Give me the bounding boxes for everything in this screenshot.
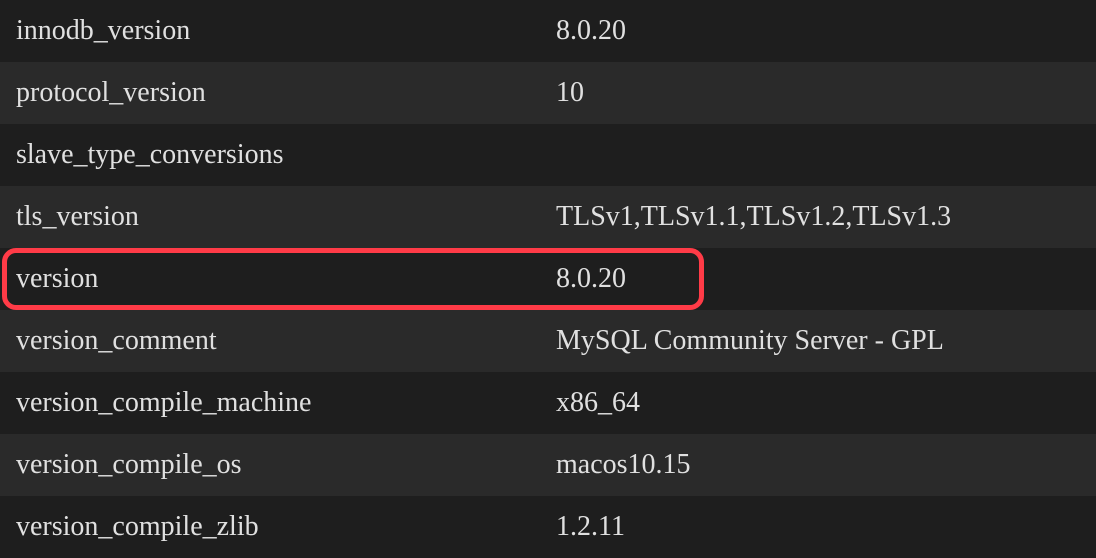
variable-value: macos10.15: [556, 449, 1080, 481]
variable-value: 8.0.20: [556, 263, 1080, 295]
variable-name: version_compile_machine: [16, 387, 556, 419]
variable-name: version_compile_os: [16, 449, 556, 481]
variable-name: version_comment: [16, 325, 556, 357]
variable-name: innodb_version: [16, 15, 556, 47]
variable-name: slave_type_conversions: [16, 139, 556, 171]
table-row[interactable]: protocol_version 10: [0, 62, 1096, 124]
variable-name: version_compile_zlib: [16, 511, 556, 543]
table-row[interactable]: innodb_version 8.0.20: [0, 0, 1096, 62]
table-row[interactable]: version_compile_zlib 1.2.11: [0, 496, 1096, 558]
table-row[interactable]: version_compile_machine x86_64: [0, 372, 1096, 434]
variable-value: 1.2.11: [556, 511, 1080, 543]
table-row[interactable]: version 8.0.20: [0, 248, 1096, 310]
variable-value: 10: [556, 77, 1080, 109]
variable-value: 8.0.20: [556, 15, 1080, 47]
table-row[interactable]: version_compile_os macos10.15: [0, 434, 1096, 496]
variable-value: x86_64: [556, 387, 1080, 419]
variable-name: tls_version: [16, 201, 556, 233]
variable-value: TLSv1,TLSv1.1,TLSv1.2,TLSv1.3: [556, 201, 1080, 233]
variables-table: innodb_version 8.0.20 protocol_version 1…: [0, 0, 1096, 558]
variable-name: version: [16, 263, 556, 295]
variable-value: MySQL Community Server - GPL: [556, 325, 1080, 357]
table-row[interactable]: slave_type_conversions: [0, 124, 1096, 186]
variable-name: protocol_version: [16, 77, 556, 109]
table-row[interactable]: version_comment MySQL Community Server -…: [0, 310, 1096, 372]
table-row[interactable]: tls_version TLSv1,TLSv1.1,TLSv1.2,TLSv1.…: [0, 186, 1096, 248]
